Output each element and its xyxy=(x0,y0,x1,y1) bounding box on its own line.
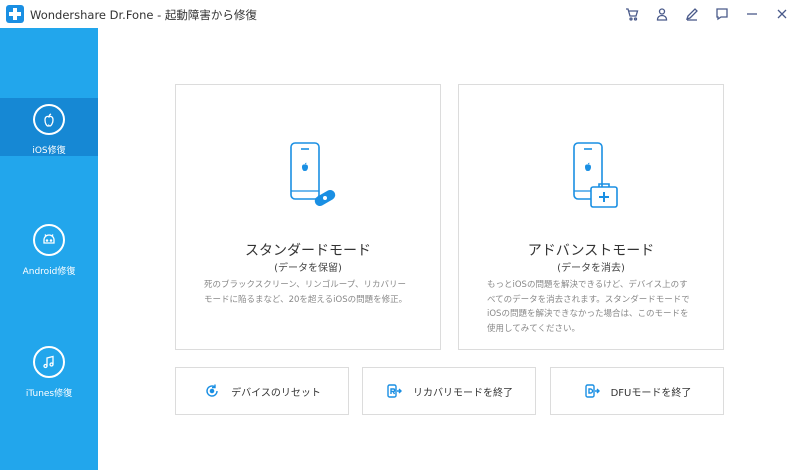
description-line: iOSの問題を解決できなかった場合は、このモードを xyxy=(487,309,689,319)
advanced-mode-description: もっとiOSの問題を解決できるけど、デバイス上のす べてのデータを消去されます。… xyxy=(487,278,711,336)
apple-icon xyxy=(33,104,65,135)
sidebar-item-label: Android修復 xyxy=(22,267,76,277)
reset-device-label: デバイスのリセット xyxy=(231,387,321,399)
close-icon[interactable] xyxy=(772,4,792,24)
exit-dfu-mode-label: DFUモードを終了 xyxy=(610,387,692,399)
cart-icon[interactable] xyxy=(622,4,642,24)
sidebar-item-android-repair[interactable]: Android修復 xyxy=(0,224,98,277)
advanced-mode-card[interactable]: アドバンストモード (データを消去) もっとiOSの問題を解決できるけど、デバイ… xyxy=(458,84,724,350)
description-line: 使用してみてください。 xyxy=(487,323,580,334)
exit-dfu-mode-button[interactable]: DFUモードを終了 xyxy=(550,367,724,415)
description-line: 死のブラックスクリーン、リンゴループ、リカバリー xyxy=(204,280,407,290)
title-bar: Wondershare Dr.Fone - 起動障害から修復 xyxy=(0,0,800,28)
edit-icon[interactable] xyxy=(682,4,702,24)
feedback-icon[interactable] xyxy=(712,4,732,24)
sidebar-item-ios-repair[interactable]: iOS修復 xyxy=(0,98,98,156)
phone-bandage-icon xyxy=(288,141,336,215)
recovery-exit-icon xyxy=(385,382,403,400)
dfu-exit-icon xyxy=(583,382,601,400)
music-note-icon xyxy=(33,346,65,378)
user-icon[interactable] xyxy=(652,4,672,24)
exit-recovery-mode-button[interactable]: リカバリモードを終了 xyxy=(362,367,536,415)
standard-mode-description: 死のブラックスクリーン、リンゴループ、リカバリー モードに陥るまなど、20を超え… xyxy=(204,278,424,307)
sidebar-item-itunes-repair[interactable]: iTunes修復 xyxy=(0,346,98,399)
drfone-logo-icon xyxy=(6,5,24,23)
advanced-mode-subtitle: (データを消去) xyxy=(557,263,625,274)
phone-firstaid-icon xyxy=(571,141,623,215)
advanced-mode-title: アドバンストモード xyxy=(527,243,655,259)
standard-mode-title: スタンダードモード xyxy=(245,243,371,259)
standard-mode-subtitle: (データを保留) xyxy=(274,263,342,274)
reset-device-button[interactable]: デバイスのリセット xyxy=(175,367,349,415)
android-icon xyxy=(33,224,65,256)
sidebar-item-label: iOS修復 xyxy=(32,146,66,156)
sidebar: iOS修復 Android修復 iTunes修復 xyxy=(0,28,98,470)
sidebar-item-label: iTunes修復 xyxy=(25,389,73,399)
reset-icon xyxy=(203,382,221,400)
description-line: もっとiOSの問題を解決できるけど、デバイス上のす xyxy=(487,280,688,290)
standard-mode-card[interactable]: スタンダードモード (データを保留) 死のブラックスクリーン、リンゴループ、リカ… xyxy=(175,84,441,350)
window-title: Wondershare Dr.Fone - 起動障害から修復 xyxy=(30,8,257,22)
description-line: モードに陥るまなど、20を超えるiOSの問題を修正。 xyxy=(204,294,408,305)
main-content: スタンダードモード (データを保留) 死のブラックスクリーン、リンゴループ、リカ… xyxy=(98,28,800,470)
description-line: べてのデータを消去されます。スタンダードモードで xyxy=(487,294,690,305)
exit-recovery-mode-label: リカバリモードを終了 xyxy=(413,387,513,399)
minimize-icon[interactable] xyxy=(742,4,762,24)
